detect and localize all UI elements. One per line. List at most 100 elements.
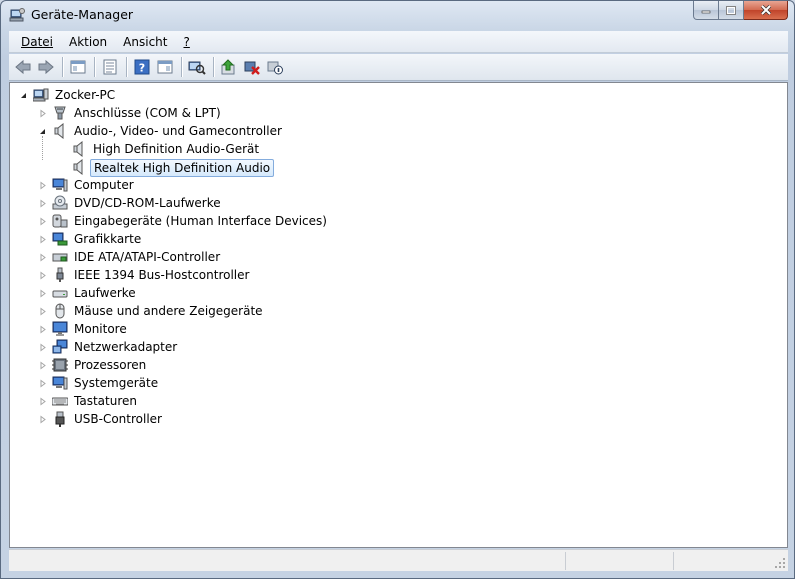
tree-node[interactable]: Netzwerkadapter [10, 338, 787, 356]
forward-button[interactable] [35, 56, 57, 78]
expand-arrow-icon[interactable] [38, 253, 47, 262]
device-tree[interactable]: Zocker-PC Anschlüsse (COM & LPT) Audio-, V… [9, 82, 788, 548]
minimize-button[interactable] [693, 1, 719, 20]
back-button[interactable] [12, 56, 34, 78]
expand-arrow-icon[interactable] [38, 199, 47, 208]
show-hide-tree-button[interactable] [67, 56, 89, 78]
expand-arrow-icon[interactable] [38, 343, 47, 352]
uninstall-button[interactable] [241, 56, 263, 78]
disable-device-button[interactable] [264, 56, 286, 78]
tree-node[interactable]: Laufwerke [10, 284, 787, 302]
tree-node[interactable]: Computer [10, 176, 787, 194]
toolbar-separator [213, 57, 214, 77]
display-adapter-icon [52, 231, 68, 247]
expand-arrow-icon[interactable] [38, 361, 47, 370]
tree-node-label: Zocker-PC [55, 88, 116, 102]
toolbar-separator [62, 57, 63, 77]
update-driver-icon [221, 59, 235, 75]
ide-controller-icon [52, 249, 68, 265]
processor-icon [52, 357, 68, 373]
speaker-icon [52, 122, 68, 140]
properties-button[interactable] [99, 56, 121, 78]
menu-datei-label: Datei [21, 34, 54, 49]
menu-help[interactable]: ? [175, 31, 197, 53]
speaker-icon [71, 158, 87, 176]
expand-arrow-icon[interactable] [38, 397, 47, 406]
properties-icon [103, 59, 117, 75]
tree-node[interactable]: Tastaturen [10, 392, 787, 410]
optical-drive-icon [52, 195, 68, 211]
tree-node[interactable]: Monitore [10, 320, 787, 338]
tree-node-label: Systemgeräte [74, 376, 159, 390]
close-button[interactable] [744, 1, 788, 20]
tree-node-label: Monitore [74, 322, 127, 336]
expand-arrow-icon[interactable] [38, 379, 47, 388]
collapse-arrow-icon[interactable] [19, 91, 28, 100]
tree-node[interactable]: High Definition Audio-Gerät [10, 140, 787, 158]
back-icon [15, 59, 31, 75]
tree-node[interactable]: USB-Controller [10, 410, 787, 428]
tree-node[interactable]: Prozessoren [10, 356, 787, 374]
toolbar-separator [126, 57, 127, 77]
expand-arrow-icon[interactable] [38, 271, 47, 280]
status-divider [565, 552, 566, 570]
device-manager-icon [9, 7, 25, 23]
expand-arrow-icon[interactable] [38, 235, 47, 244]
tree-node[interactable]: Systemgeräte [10, 374, 787, 392]
tree-node-label: Mäuse und andere Zeigegeräte [74, 304, 263, 318]
show-hide-action-pane-button[interactable] [154, 56, 176, 78]
tree-node[interactable]: IDE ATA/ATAPI-Controller [10, 248, 787, 266]
tree-node[interactable]: Eingabegeräte (Human Interface Devices) [10, 212, 787, 230]
status-bar [9, 549, 788, 571]
toolbar-separator [94, 57, 95, 77]
monitor-icon [52, 321, 68, 337]
tree-guide-line [42, 136, 43, 160]
tree-node[interactable]: Anschlüsse (COM & LPT) [10, 104, 787, 122]
resize-grip-icon[interactable] [774, 557, 786, 569]
menu-ansicht-label: Ansicht [123, 34, 168, 49]
expand-arrow-icon[interactable] [38, 181, 47, 190]
title-bar[interactable]: Geräte-Manager [1, 1, 794, 31]
system-device-icon [52, 375, 68, 391]
caption-buttons [693, 1, 788, 21]
menu-datei[interactable]: Datei [13, 31, 61, 53]
show-hide-tree-icon [70, 60, 86, 74]
tree-node-label: High Definition Audio-Gerät [93, 142, 260, 156]
speaker-icon [71, 140, 87, 158]
tree-node-label: Eingabegeräte (Human Interface Devices) [74, 214, 327, 228]
minimize-icon [701, 10, 711, 14]
firewire-icon [52, 267, 68, 283]
status-divider [673, 552, 674, 570]
tree-node[interactable]: Grafikkarte [10, 230, 787, 248]
tree-node[interactable]: Realtek High Definition Audio [10, 158, 787, 177]
tree-node-label: USB-Controller [74, 412, 162, 426]
tree-node[interactable]: Zocker-PC [10, 86, 787, 104]
tree-node-label: DVD/CD-ROM-Laufwerke [74, 196, 221, 210]
menu-ansicht[interactable]: Ansicht [115, 31, 175, 53]
maximize-button[interactable] [719, 1, 744, 20]
tree-node[interactable]: Audio-, Video- und Gamecontroller [10, 122, 787, 140]
menu-aktion[interactable]: Aktion [61, 31, 115, 53]
expand-arrow-icon[interactable] [38, 325, 47, 334]
menu-aktion-label: Aktion [69, 34, 108, 49]
tree-node[interactable]: IEEE 1394 Bus-Hostcontroller [10, 266, 787, 284]
scan-hardware-icon [188, 61, 206, 75]
expand-arrow-icon[interactable] [38, 289, 47, 298]
menu-bar: Datei Aktion Ansicht ? [9, 31, 788, 53]
expand-arrow-icon[interactable] [38, 307, 47, 316]
toolbar: ? [9, 54, 788, 81]
expand-arrow-icon[interactable] [38, 217, 47, 226]
help-button[interactable]: ? [131, 56, 153, 78]
disk-drive-icon [52, 285, 68, 301]
update-driver-button[interactable] [218, 56, 240, 78]
tree-node[interactable]: DVD/CD-ROM-Laufwerke [10, 194, 787, 212]
expand-arrow-icon[interactable] [38, 415, 47, 424]
tree-node-label: Tastaturen [74, 394, 137, 408]
window-title: Geräte-Manager [31, 7, 134, 22]
tree-node-label: IEEE 1394 Bus-Hostcontroller [74, 268, 250, 282]
uninstall-icon [244, 61, 260, 75]
tree-node[interactable]: Mäuse und andere Zeigegeräte [10, 302, 787, 320]
collapse-arrow-icon[interactable] [38, 127, 47, 136]
scan-hardware-button[interactable] [186, 56, 208, 78]
expand-arrow-icon[interactable] [38, 109, 47, 118]
